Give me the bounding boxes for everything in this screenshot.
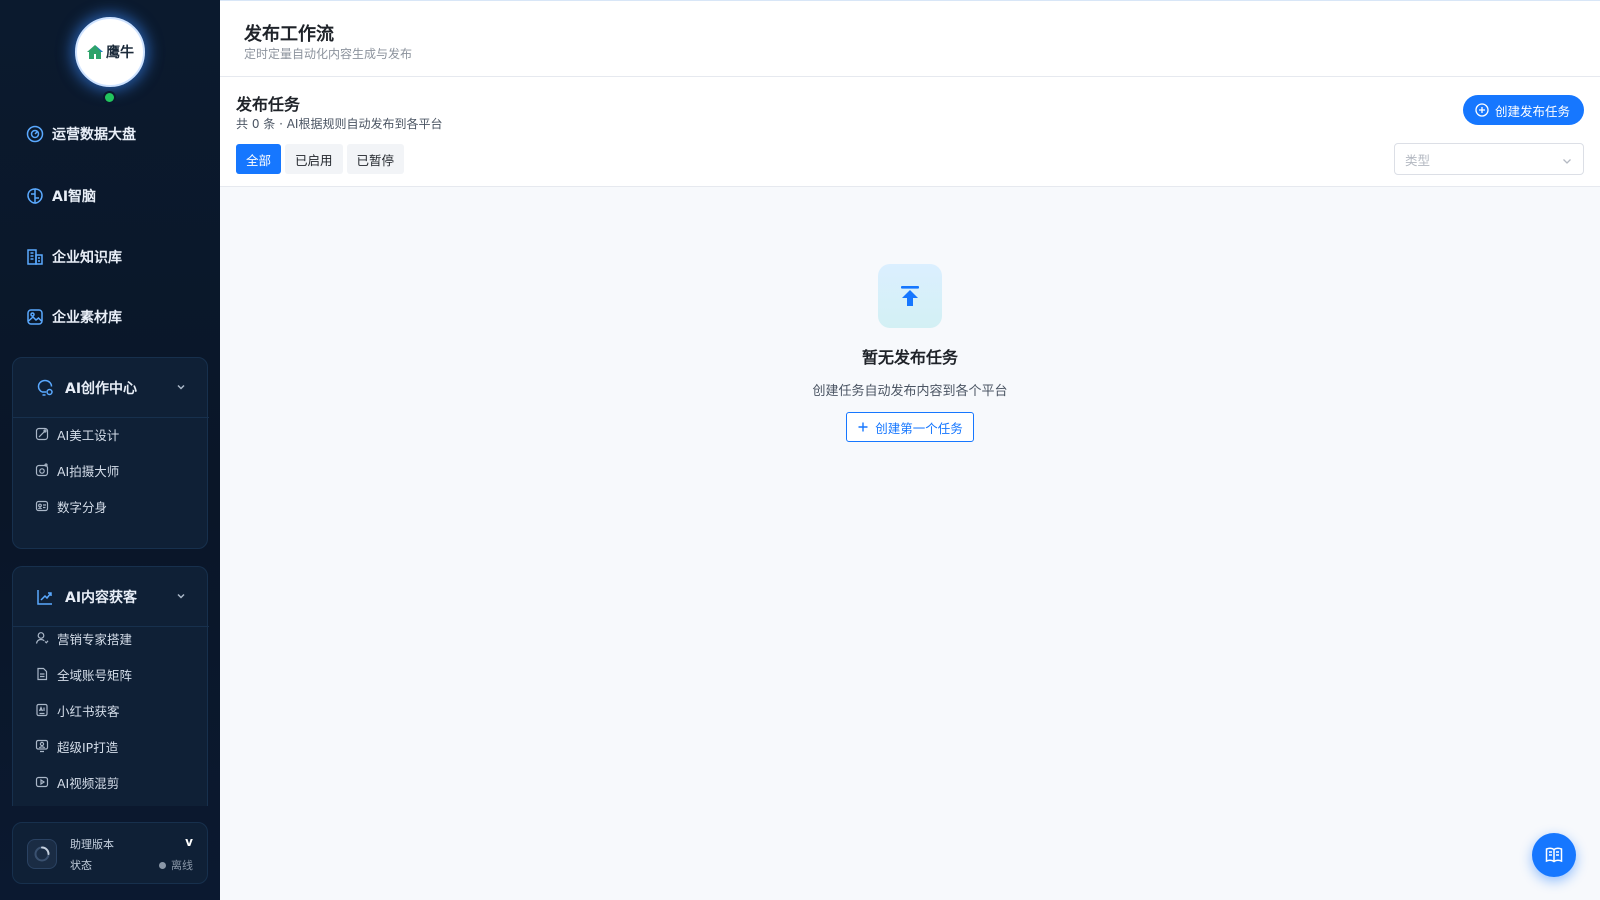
online-status-dot xyxy=(105,93,114,102)
ai-note-icon xyxy=(36,703,48,717)
design-icon xyxy=(35,427,49,441)
sidebar-item-super-ip[interactable]: 超级IP打造 xyxy=(35,736,118,756)
sidebar-item-label: AI美工设计 xyxy=(57,427,120,443)
sidebar-item-knowledge-base[interactable]: 企业知识库 xyxy=(26,245,122,269)
sidebar-item-label: 运营数据大盘 xyxy=(52,127,136,143)
tab-all[interactable]: 全部 xyxy=(236,144,282,174)
video-icon xyxy=(35,776,49,788)
empty-state: 暂无发布任务 创建任务自动发布内容到各个平台 创建第一个任务 xyxy=(220,187,1600,900)
assistant-status-text: 离线 xyxy=(171,859,193,872)
page-subtitle: 定时定量自动化内容生成与发布 xyxy=(244,47,413,61)
task-toolbar: 发布任务 共 0 条 · AI根据规则自动发布到各平台 创建发布任务 全部 已启… xyxy=(220,77,1600,187)
sidebar-group-ai-creation: AI创作中心 AI美工设计 AI拍摄大师 数字分身 xyxy=(12,357,209,549)
brand-logo-text: 鹰牛 xyxy=(106,45,134,61)
id-card-icon xyxy=(35,500,49,512)
help-docs-button[interactable] xyxy=(1532,833,1576,877)
create-first-task-label: 创建第一个任务 xyxy=(875,420,963,436)
sidebar-item-dashboard[interactable]: 运营数据大盘 xyxy=(26,122,136,146)
tab-paused[interactable]: 已暂停 xyxy=(346,144,405,174)
camera-icon xyxy=(35,463,49,477)
type-select-placeholder: 类型 xyxy=(1405,152,1431,168)
chart-line-icon xyxy=(37,589,52,605)
sidebar-item-digital-avatar[interactable]: 数字分身 xyxy=(35,496,107,516)
sidebar-item-label: 企业素材库 xyxy=(52,310,122,326)
user-icon xyxy=(35,632,49,644)
sidebar-item-label: 超级IP打造 xyxy=(57,739,119,755)
sidebar-item-label: 企业知识库 xyxy=(52,250,122,266)
page-title: 发布工作流 xyxy=(244,24,334,45)
assistant-status-label: 状态 xyxy=(70,859,92,872)
plus-circle-icon xyxy=(1475,103,1489,117)
offline-dot-icon xyxy=(159,861,166,869)
create-task-label: 创建发布任务 xyxy=(1494,103,1570,119)
sidebar-item-ai-video-mix[interactable]: AI视频混剪 xyxy=(35,772,119,792)
chevron-down-icon xyxy=(177,384,185,390)
book-icon xyxy=(1545,847,1563,863)
sidebar-item-label: 小红书获客 xyxy=(57,703,120,719)
empty-description: 创建任务自动发布内容到各个平台 xyxy=(812,384,1008,399)
sidebar-item-label: 全域账号矩阵 xyxy=(57,667,133,683)
upload-icon xyxy=(878,264,942,328)
house-logo-icon xyxy=(87,45,103,59)
assistant-status-panel[interactable]: 助理版本 v 状态 离线 xyxy=(12,822,208,884)
sidebar-item-ai-brain[interactable]: AI智脑 xyxy=(26,184,96,208)
sidebar-item-account-matrix[interactable]: 全域账号矩阵 xyxy=(35,664,132,684)
sidebar-item-label: AI拍摄大师 xyxy=(57,463,120,479)
building-icon xyxy=(27,249,43,265)
lightbulb-gear-icon xyxy=(37,379,53,396)
monitor-user-icon xyxy=(35,739,49,753)
assistant-version-value: v xyxy=(185,835,193,849)
plus-icon xyxy=(858,422,868,432)
brand-logo[interactable]: 鹰牛 xyxy=(75,17,145,87)
page-header: 发布工作流 定时定量自动化内容生成与发布 xyxy=(220,0,1600,77)
empty-title: 暂无发布任务 xyxy=(861,348,958,367)
loading-spinner-icon xyxy=(27,839,57,869)
image-icon xyxy=(27,309,43,325)
create-task-button[interactable]: 创建发布任务 xyxy=(1462,95,1584,125)
sidebar-group-label: AI内容获客 xyxy=(65,589,138,606)
sidebar-item-ai-photo[interactable]: AI拍摄大师 xyxy=(35,460,119,480)
document-icon xyxy=(37,667,48,681)
sidebar-item-label: AI智脑 xyxy=(52,189,97,205)
brain-icon xyxy=(27,188,43,204)
sidebar-item-label: 数字分身 xyxy=(57,499,108,515)
main-content: 发布工作流 定时定量自动化内容生成与发布 发布任务 共 0 条 · AI根据规则… xyxy=(220,0,1600,900)
sidebar-group-header[interactable]: AI内容获客 xyxy=(13,567,209,627)
sidebar-group-label: AI创作中心 xyxy=(65,380,138,397)
create-first-task-button[interactable]: 创建第一个任务 xyxy=(846,412,974,442)
sidebar-item-label: AI视频混剪 xyxy=(57,775,120,791)
sidebar: 鹰牛 运营数据大盘 AI智脑 企业知识库 企业素材库 AI创作中心 AI美工设计… xyxy=(0,0,220,900)
sidebar-item-ai-design[interactable]: AI美工设计 xyxy=(35,424,119,444)
sidebar-group-ai-content: AI内容获客 营销专家搭建 全域账号矩阵 小红书获客 超级IP打造 AI视频混剪 xyxy=(12,566,209,806)
section-subtitle: 共 0 条 · AI根据规则自动发布到各平台 xyxy=(236,117,443,131)
section-title: 发布任务 xyxy=(236,95,301,114)
sidebar-item-xiaohongshu[interactable]: 小红书获客 xyxy=(35,700,120,720)
type-select[interactable]: 类型 xyxy=(1394,143,1584,175)
filter-tabs: 全部 已启用 已暂停 xyxy=(236,144,405,174)
chevron-down-icon xyxy=(177,593,185,599)
chevron-down-icon xyxy=(1563,159,1571,164)
sidebar-item-asset-library[interactable]: 企业素材库 xyxy=(26,305,122,329)
sidebar-item-label: 营销专家搭建 xyxy=(57,631,133,647)
tab-enabled[interactable]: 已启用 xyxy=(285,144,343,174)
assistant-version-label: 助理版本 xyxy=(70,838,114,851)
sidebar-group-header[interactable]: AI创作中心 xyxy=(13,358,209,418)
dashboard-icon xyxy=(26,125,44,143)
assistant-status-value: 离线 xyxy=(159,857,193,873)
sidebar-item-marketing-expert[interactable]: 营销专家搭建 xyxy=(35,628,132,648)
